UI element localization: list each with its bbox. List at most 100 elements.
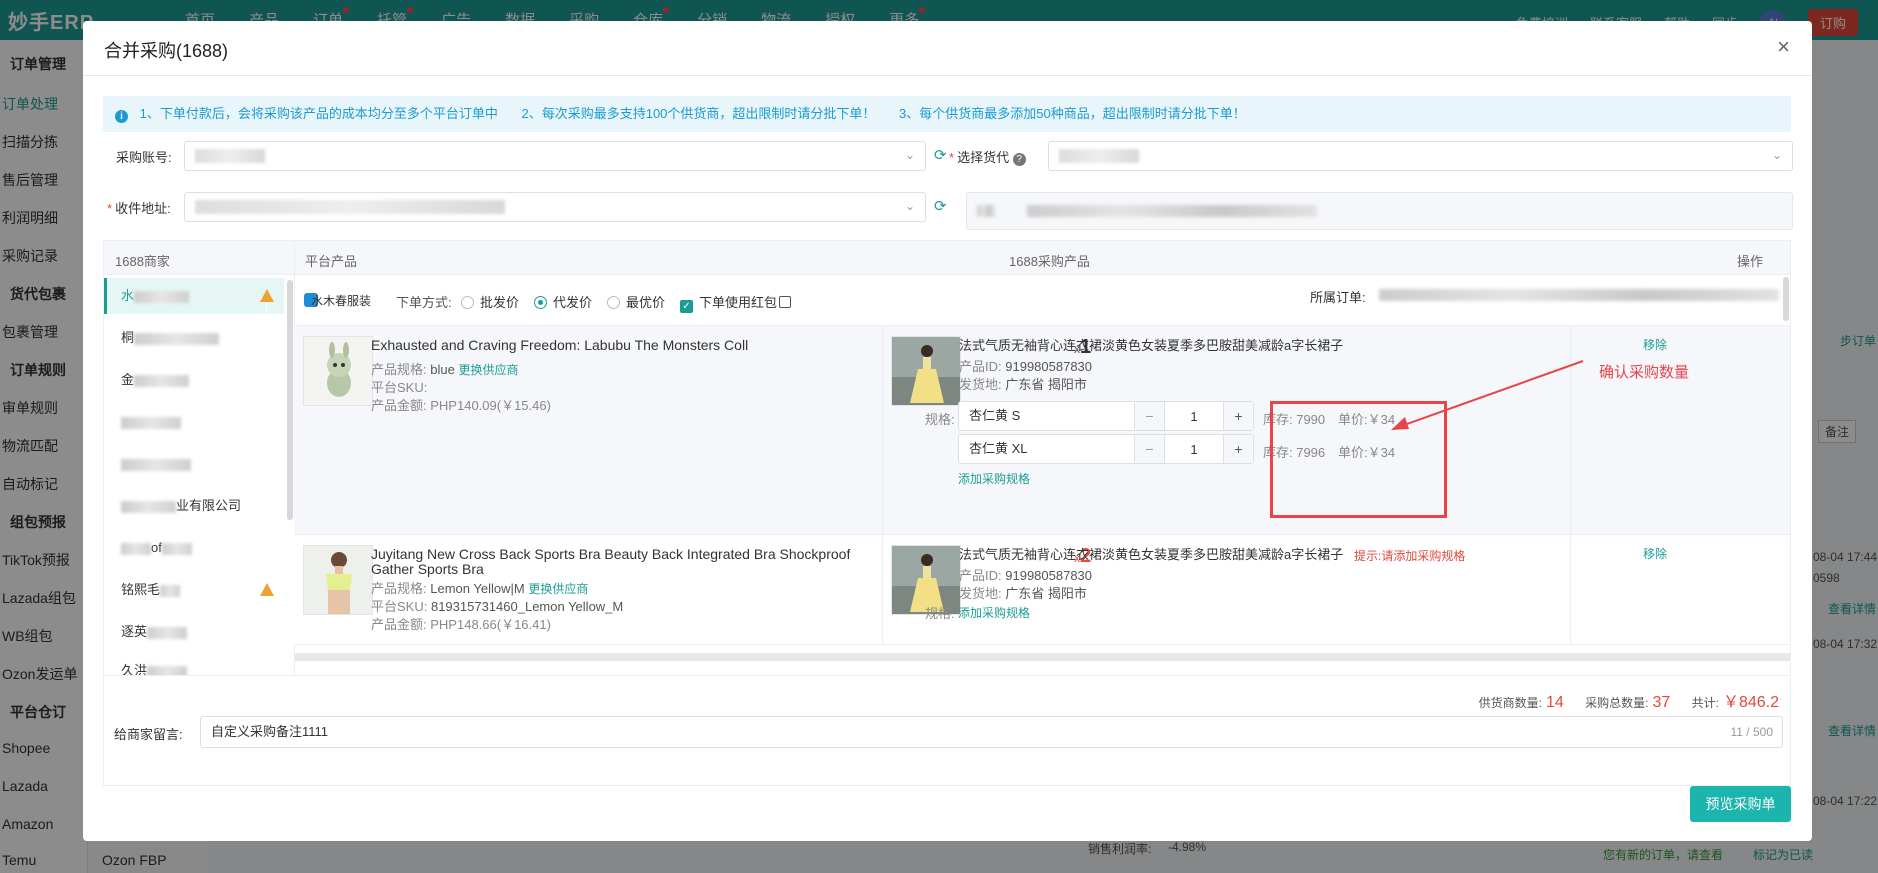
col-1688-product: 1688采购产品 bbox=[1009, 254, 1090, 269]
supplier-name: 桐 bbox=[121, 330, 135, 345]
add-spec-hint: 提示:请添加采购规格 bbox=[1354, 549, 1466, 563]
add-spec-link[interactable]: 添加采购规格 bbox=[958, 604, 1030, 621]
pid-value: 919980587830 bbox=[1005, 568, 1093, 583]
copy-icon[interactable] bbox=[779, 296, 792, 308]
supplier-name: 业有限公司 bbox=[176, 498, 242, 513]
horizontal-scrollbar[interactable] bbox=[294, 653, 1790, 661]
radio-dropship[interactable] bbox=[534, 296, 547, 309]
spec-select-1[interactable]: 杏仁黄 S× bbox=[958, 401, 1156, 431]
ship-label: 发货地: bbox=[959, 586, 1002, 601]
masked-text bbox=[121, 458, 191, 471]
remove-link[interactable]: 移除 bbox=[1643, 336, 1667, 353]
remove-link[interactable]: 移除 bbox=[1643, 545, 1667, 562]
total-qty-label: 采购总数量: bbox=[1585, 696, 1649, 710]
spec-label: 产品规格: bbox=[371, 581, 427, 596]
redpack-label: 下单使用红包 bbox=[699, 295, 778, 310]
spec-name: 杏仁黄 XL bbox=[969, 441, 1028, 456]
mode-wholesale-label: 批发价 bbox=[480, 295, 520, 310]
preview-purchase-button[interactable]: 预览采购单 bbox=[1690, 786, 1791, 822]
sku-label: 平台SKU: bbox=[371, 380, 428, 395]
supplier-item[interactable] bbox=[104, 446, 284, 482]
supplier-item[interactable] bbox=[104, 404, 284, 440]
use-redpack[interactable]: ✓ 下单使用红包 bbox=[680, 292, 792, 313]
mode-best[interactable]: 最优价 bbox=[607, 292, 665, 311]
divider bbox=[882, 326, 883, 535]
order-mode-label: 下单方式: bbox=[396, 295, 452, 310]
supplier-count-value: 14 bbox=[1545, 694, 1564, 711]
address-detail-masked bbox=[977, 205, 995, 217]
address-detail-masked-2 bbox=[1027, 205, 1317, 217]
change-supplier-link[interactable]: 更换供应商 bbox=[528, 582, 588, 596]
supplier-item[interactable]: 久洪 bbox=[104, 653, 284, 675]
address-value-masked bbox=[195, 200, 505, 214]
quantity-stepper-1[interactable]: − 1 + bbox=[1134, 401, 1254, 431]
1688-ship-from: 发货地: 广东省 揭阳市 bbox=[959, 374, 1087, 393]
divider bbox=[1570, 535, 1571, 645]
1688-product-title: 法式气质无袖背心连衣裙淡黄色女装夏季多巴胺甜美减龄a字长裙子 bbox=[959, 547, 1344, 562]
quantity-stepper-2[interactable]: − 1 + bbox=[1134, 434, 1254, 464]
refresh-account-icon[interactable]: ⟳ bbox=[934, 146, 947, 164]
total-qty-value: 37 bbox=[1652, 694, 1671, 711]
divider bbox=[882, 535, 883, 645]
refresh-address-icon[interactable]: ⟳ bbox=[934, 197, 947, 215]
annotation-text: 确认采购数量 bbox=[1599, 364, 1690, 381]
order-ref-label: 所属订单: bbox=[1310, 290, 1366, 305]
col-1688-merchant: 1688商家 bbox=[115, 254, 170, 269]
supplier-item[interactable]: 水 bbox=[104, 278, 284, 327]
chevron-down-icon: ⌄ bbox=[904, 199, 915, 213]
supplier-name: 逐英 bbox=[121, 624, 148, 639]
radio-wholesale[interactable] bbox=[461, 296, 474, 309]
notice-banner: i 1、下单付款后，会将采购该产品的成本均分至多个平台订单中 2、每次采购最多支… bbox=[103, 96, 1791, 132]
platform-spec: 产品规格: blue 更换供应商 bbox=[371, 359, 518, 378]
mode-wholesale[interactable]: 批发价 bbox=[461, 292, 519, 311]
question-icon[interactable]: ? bbox=[1012, 153, 1026, 166]
supplier-list: 水 桐 金 业有限公司 of 铭熙毛 逐英 久洪 bbox=[104, 275, 294, 675]
merge-purchase-dialog: 合并采购(1688) × i 1、下单付款后，会将采购该产品的成本均分至多个平台… bbox=[83, 21, 1812, 841]
change-supplier-link[interactable]: 更换供应商 bbox=[458, 363, 518, 377]
col-operation: 操作 bbox=[1737, 254, 1764, 269]
radio-best[interactable] bbox=[607, 296, 620, 309]
supplier-scrollbar[interactable] bbox=[287, 280, 293, 520]
quantity-value[interactable]: 1 bbox=[1165, 442, 1223, 457]
content-scrollbar[interactable] bbox=[1783, 277, 1789, 321]
supplier-count-label: 供货商数量: bbox=[1478, 696, 1542, 710]
close-icon[interactable]: × bbox=[1777, 34, 1790, 60]
supplier-item[interactable]: of bbox=[104, 530, 284, 566]
platform-product-image bbox=[303, 545, 373, 615]
supplier-name: 金 bbox=[121, 372, 135, 387]
spec-name: 杏仁黄 S bbox=[969, 408, 1021, 423]
plus-icon[interactable]: + bbox=[1223, 435, 1253, 463]
platform-sku: 平台SKU: bbox=[371, 377, 427, 396]
message-label: 给商家留言: bbox=[114, 727, 183, 742]
supplier-item[interactable]: 金 bbox=[104, 362, 284, 398]
masked-text bbox=[147, 626, 188, 639]
platform-product-title: Exhausted and Craving Freedom: Labubu Th… bbox=[371, 337, 749, 353]
pid-label: 产品ID: bbox=[959, 568, 1002, 583]
mode-dropship[interactable]: 代发价 bbox=[534, 292, 592, 311]
table-row: Juyitang New Cross Back Sports Bra Beaut… bbox=[294, 535, 1790, 645]
supplier-item[interactable]: 铭熙毛 bbox=[104, 572, 284, 621]
add-spec-link[interactable]: 添加采购规格 bbox=[958, 470, 1030, 487]
plus-icon[interactable]: + bbox=[1223, 402, 1253, 430]
minus-icon[interactable]: − bbox=[1135, 402, 1165, 430]
account-value-masked bbox=[195, 149, 265, 163]
message-value: 自定义采购备注1111 bbox=[211, 724, 329, 739]
message-char-count: 11 / 500 bbox=[1730, 725, 1773, 739]
supplier-item[interactable]: 逐英 bbox=[104, 614, 284, 650]
supplier-item[interactable]: 业有限公司 bbox=[104, 488, 284, 524]
redpack-checkbox[interactable]: ✓ bbox=[680, 300, 693, 313]
supplier-item[interactable]: 桐 bbox=[104, 320, 284, 356]
merchant-message-input[interactable]: 自定义采购备注1111 11 / 500 bbox=[200, 716, 1783, 748]
pid-label: 产品ID: bbox=[959, 359, 1002, 374]
dialog-header: 合并采购(1688) × bbox=[83, 21, 1812, 76]
pid-value: 919980587830 bbox=[1005, 359, 1093, 374]
purchase-account-select[interactable]: ⌄ bbox=[184, 141, 926, 171]
spec-select-2[interactable]: 杏仁黄 XL× bbox=[958, 434, 1156, 464]
forwarder-value-masked bbox=[1059, 149, 1139, 163]
1688-product-id: 产品ID: 919980587830 bbox=[959, 565, 1092, 584]
quantity-value[interactable]: 1 bbox=[1165, 409, 1223, 424]
minus-icon[interactable]: − bbox=[1135, 435, 1165, 463]
address-select[interactable]: ⌄ bbox=[184, 192, 926, 222]
forwarder-select[interactable]: ⌄ bbox=[1048, 141, 1793, 171]
spec-row-label: 规格: bbox=[925, 412, 955, 427]
